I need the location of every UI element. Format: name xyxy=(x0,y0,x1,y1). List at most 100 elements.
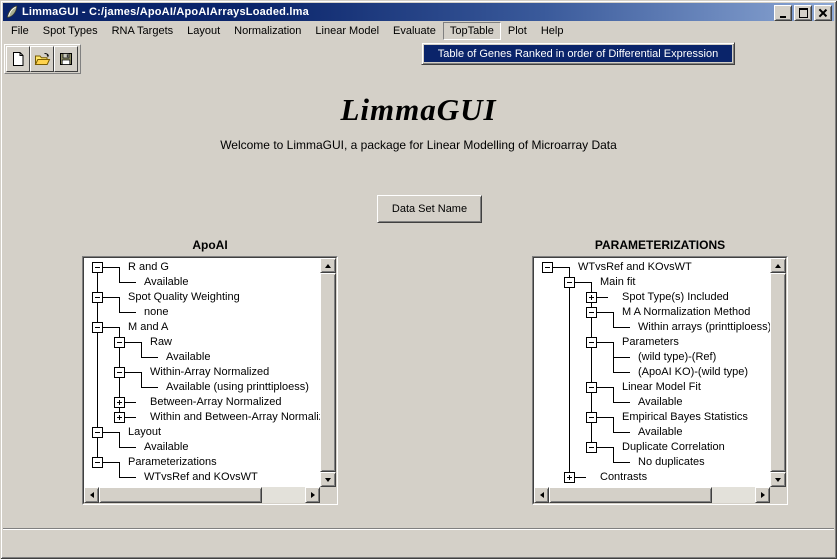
tree-node-label[interactable]: Spot Quality Weighting xyxy=(128,290,240,305)
menu-layout[interactable]: Layout xyxy=(180,22,227,40)
tree-node-label[interactable]: Duplicate Correlation xyxy=(622,440,725,455)
tree-node-label[interactable]: Within-Array Normalized xyxy=(150,365,269,380)
tree-line xyxy=(119,380,120,395)
tree-node-label[interactable]: Linear Model Fit xyxy=(622,380,701,395)
tree-node-label[interactable]: Main fit xyxy=(600,275,635,290)
tree-collapse-box[interactable] xyxy=(114,337,125,348)
hscrollbar-thumb[interactable] xyxy=(99,487,262,503)
tree-line xyxy=(119,267,120,275)
tree-node-label[interactable]: Layout xyxy=(128,425,161,440)
tree-line xyxy=(119,477,136,478)
maximize-button[interactable] xyxy=(794,5,812,21)
tree-expand-box[interactable] xyxy=(586,292,597,303)
vertical-scrollbar[interactable] xyxy=(770,258,786,487)
tree-collapse-box[interactable] xyxy=(92,427,103,438)
tree-line xyxy=(119,447,136,448)
hscrollbar-thumb[interactable] xyxy=(549,487,712,503)
tree-line xyxy=(141,342,142,350)
tree-collapse-box[interactable] xyxy=(586,307,597,318)
tree-collapse-box[interactable] xyxy=(564,277,575,288)
tree-collapse-box[interactable] xyxy=(114,367,125,378)
scroll-right-button[interactable] xyxy=(305,487,320,503)
tree-collapse-box[interactable] xyxy=(92,292,103,303)
menu-file[interactable]: File xyxy=(4,22,36,40)
tree-row: Parameters xyxy=(534,335,770,350)
tree-collapse-box[interactable] xyxy=(92,322,103,333)
tree-collapse-box[interactable] xyxy=(586,382,597,393)
tree-node-label[interactable]: Spot Type(s) Included xyxy=(622,290,729,305)
close-button[interactable] xyxy=(814,5,832,21)
tree-node-label[interactable]: Within arrays (printtiploess) o xyxy=(638,320,770,335)
tree-node-label[interactable]: Available xyxy=(638,425,682,440)
tree-collapse-box[interactable] xyxy=(586,337,597,348)
scroll-up-button[interactable] xyxy=(320,258,336,273)
tree-line xyxy=(569,395,570,410)
parameterizations-tree: WTvsRef and KOvsWTMain fitSpot Type(s) I… xyxy=(532,256,788,505)
tree-node-label[interactable]: Parameterizations xyxy=(128,455,217,470)
toptable-dropdown-menu: Table of Genes Ranked in order of Differ… xyxy=(421,42,735,65)
menu-spot-types[interactable]: Spot Types xyxy=(36,22,105,40)
tree-expand-box[interactable] xyxy=(564,472,575,483)
scroll-right-button[interactable] xyxy=(755,487,770,503)
scroll-down-button[interactable] xyxy=(770,472,786,487)
tree-node-label[interactable]: Available xyxy=(144,440,188,455)
scroll-left-button[interactable] xyxy=(534,487,549,503)
tree-collapse-box[interactable] xyxy=(92,262,103,273)
tree-node-label[interactable]: R and G xyxy=(128,260,169,275)
horizontal-scrollbar[interactable] xyxy=(84,487,320,503)
tree-node-label[interactable]: Parameters xyxy=(622,335,679,350)
tree-node-label[interactable]: M A Normalization Method xyxy=(622,305,750,320)
vertical-scrollbar[interactable] xyxy=(320,258,336,487)
tree-row: (wild type)-(Ref) xyxy=(534,350,770,365)
tree-expand-box[interactable] xyxy=(114,397,125,408)
tree-node-label[interactable]: No duplicates xyxy=(638,455,705,470)
tree-node-label[interactable]: (wild type)-(Ref) xyxy=(638,350,716,365)
scroll-up-button[interactable] xyxy=(770,258,786,273)
menu-normalization[interactable]: Normalization xyxy=(227,22,308,40)
menu-rna-targets[interactable]: RNA Targets xyxy=(105,22,181,40)
tree-node-label[interactable]: Available xyxy=(638,395,682,410)
tree-collapse-box[interactable] xyxy=(92,457,103,468)
scroll-left-button[interactable] xyxy=(84,487,99,503)
horizontal-scrollbar[interactable] xyxy=(534,487,770,503)
tree-line xyxy=(141,387,158,388)
tree-node-label[interactable]: Empirical Bayes Statistics xyxy=(622,410,748,425)
tree-node-label[interactable]: Available xyxy=(166,350,210,365)
titlebar[interactable]: LimmaGUI - C:/james/ApoAI/ApoAIArraysLoa… xyxy=(3,3,834,21)
menu-item-table-of-genes[interactable]: Table of Genes Ranked in order of Differ… xyxy=(424,45,732,62)
tree-node-label[interactable]: WTvsRef and KOvsWT xyxy=(578,260,692,275)
tree-line xyxy=(613,372,630,373)
tree-line xyxy=(119,282,136,283)
scroll-down-button[interactable] xyxy=(320,472,336,487)
save-file-button[interactable] xyxy=(54,46,78,72)
menu-plot[interactable]: Plot xyxy=(501,22,534,40)
data-set-name-button[interactable]: Data Set Name xyxy=(377,195,482,223)
tree-line xyxy=(569,440,570,455)
new-file-button[interactable] xyxy=(6,46,30,72)
tree-node-label[interactable]: Raw xyxy=(150,335,172,350)
menu-toptable[interactable]: TopTable xyxy=(443,22,501,40)
tree-node-label[interactable]: none xyxy=(144,305,168,320)
tree-collapse-box[interactable] xyxy=(542,262,553,273)
tree-node-label[interactable]: WTvsRef and KOvsWT xyxy=(144,470,258,485)
new-document-icon xyxy=(10,51,26,67)
tree-collapse-box[interactable] xyxy=(586,442,597,453)
tree-node-label[interactable]: (ApoAI KO)-(wild type) xyxy=(638,365,748,380)
tree-node-label[interactable]: M and A xyxy=(128,320,168,335)
menu-linear-model[interactable]: Linear Model xyxy=(308,22,386,40)
tree-expand-box[interactable] xyxy=(114,412,125,423)
minimize-button[interactable] xyxy=(774,5,792,21)
tree-node-label[interactable]: Within and Between-Array Normalized xyxy=(150,410,320,425)
tree-collapse-box[interactable] xyxy=(586,412,597,423)
vscrollbar-thumb[interactable] xyxy=(320,273,336,472)
tree-node-label[interactable]: Available xyxy=(144,275,188,290)
tree-node-label[interactable]: Contrasts xyxy=(600,470,647,485)
vscrollbar-thumb[interactable] xyxy=(770,273,786,472)
tree-node-label[interactable]: Between-Array Normalized xyxy=(150,395,281,410)
tree-node-label[interactable]: Available (using printtiploess) xyxy=(166,380,309,395)
open-file-button[interactable] xyxy=(30,46,54,72)
menu-help[interactable]: Help xyxy=(534,22,571,40)
tree-line xyxy=(569,365,570,380)
menu-evaluate[interactable]: Evaluate xyxy=(386,22,443,40)
feather-app-icon xyxy=(5,5,19,19)
